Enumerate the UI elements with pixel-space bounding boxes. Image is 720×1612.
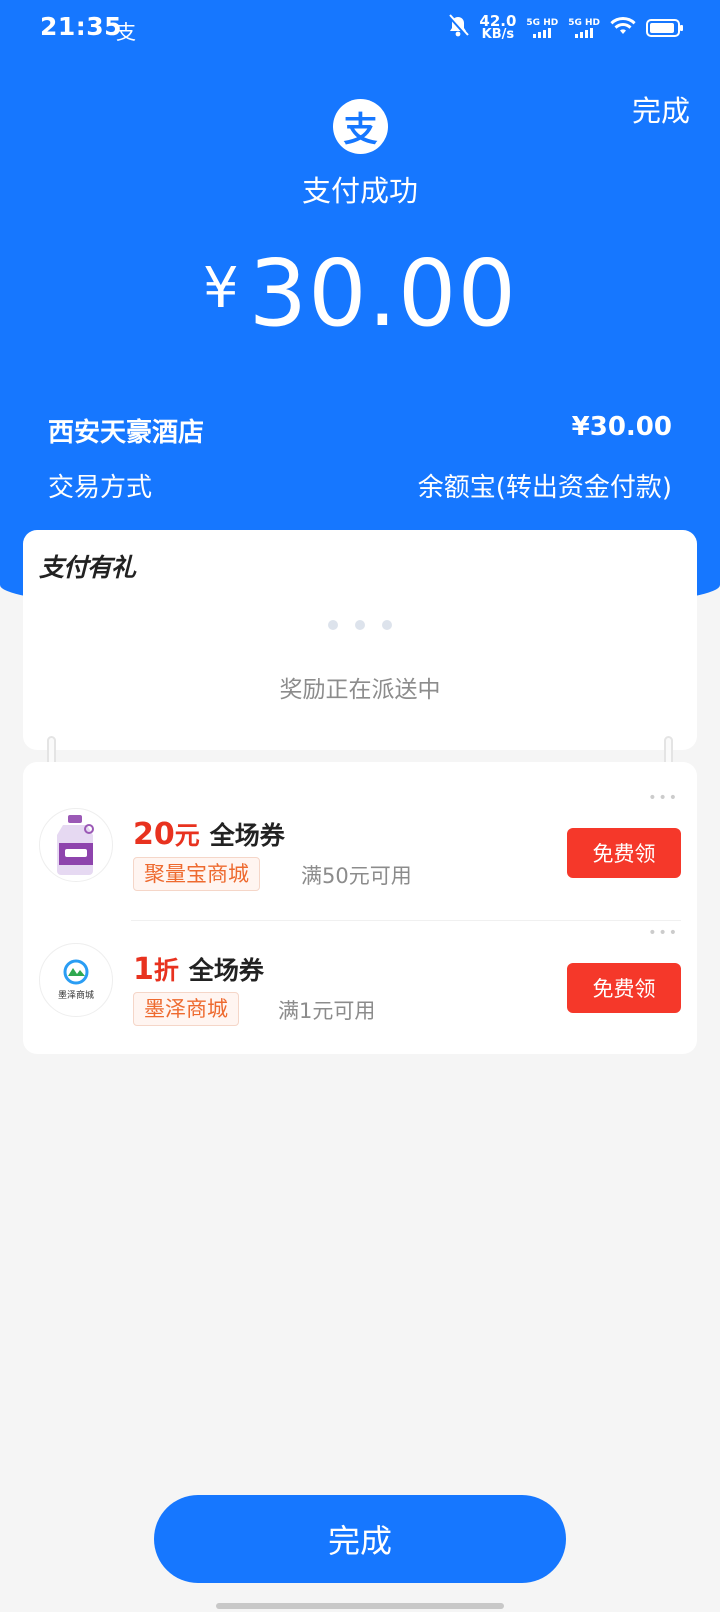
claim-coupon-button[interactable]: 免费领 [567, 828, 681, 878]
alipay-notification-icon: 支 [116, 20, 136, 44]
merchant-amount: ¥30.00 [571, 412, 672, 442]
status-time: 21:35 [40, 12, 123, 41]
amount-value: 30.00 [248, 240, 518, 347]
coupon-condition: 满1元可用 [278, 999, 376, 1023]
top-done-button[interactable]: 完成 [632, 88, 690, 130]
signal-icon: 5G HD [526, 18, 558, 38]
coupon-value: 20元 全场券 [133, 817, 285, 852]
coupon-shop-tag: 聚量宝商城 [133, 857, 260, 891]
detergent-product-icon [39, 808, 113, 882]
coupon-value: 1折 全场券 [133, 952, 264, 987]
coupon-card: ••• 20元 全场券 聚量宝商城 满50元可用 免费领 ••• 墨泽商城 1折… [23, 762, 697, 1054]
merchant-row: 西安天豪酒店 ¥30.00 [48, 412, 672, 449]
home-indicator[interactable] [216, 1603, 504, 1609]
coupon-condition: 满50元可用 [301, 864, 412, 888]
payment-method-label: 交易方式 [48, 473, 153, 503]
coupon-item: ••• 20元 全场券 聚量宝商城 满50元可用 免费领 [23, 772, 697, 921]
merchant-name: 西安天豪酒店 [48, 418, 205, 448]
shop-logo-text: 墨泽商城 [58, 989, 94, 1001]
payment-method-row: 交易方式 余额宝(转出资金付款) [48, 467, 672, 504]
signal-icon: 5G HD [568, 18, 600, 38]
shop-logo: 墨泽商城 [39, 943, 113, 1017]
loading-dots [23, 620, 697, 630]
payment-amount: ¥30.00 [0, 240, 720, 347]
more-options-icon[interactable]: ••• [648, 925, 679, 941]
reward-card-title: 支付有礼 [39, 553, 136, 582]
status-icons: 42.0 KB/s 5G HD 5G HD [447, 12, 683, 44]
battery-icon [646, 19, 683, 37]
payment-status: 支付成功 [301, 174, 418, 208]
currency-symbol: ¥ [202, 256, 239, 321]
reward-status: 奖励正在派送中 [279, 677, 441, 703]
reward-card: 支付有礼 奖励正在派送中 [23, 530, 697, 750]
done-button[interactable]: 完成 [154, 1495, 566, 1583]
status-bar: 21:35 支 42.0 KB/s 5G HD 5G HD [0, 0, 720, 56]
coupon-item: ••• 墨泽商城 1折 全场券 墨泽商城 满1元可用 免费领 [23, 907, 697, 1037]
payment-method-value: 余额宝(转出资金付款) [417, 473, 672, 503]
mute-bell-icon [447, 14, 470, 42]
more-options-icon[interactable]: ••• [648, 790, 679, 806]
wifi-icon [610, 16, 636, 40]
coupon-shop-tag: 墨泽商城 [133, 992, 239, 1026]
alipay-logo-icon: 支 [333, 99, 388, 154]
claim-coupon-button[interactable]: 免费领 [567, 963, 681, 1013]
net-speed: 42.0 KB/s [479, 12, 517, 42]
